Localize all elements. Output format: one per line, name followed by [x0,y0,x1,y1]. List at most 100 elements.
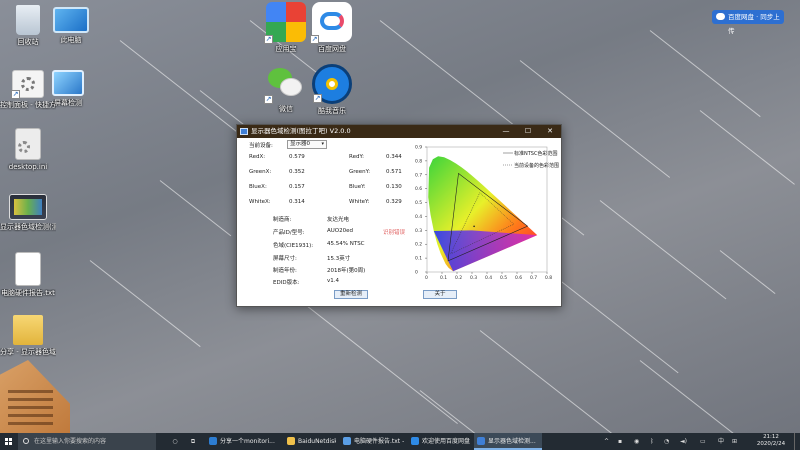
product-value: AUO20ed [327,228,353,234]
star-trail [719,250,776,294]
baidu-cloud-upload-button[interactable]: 百度网盘 · 同步上传 [712,10,784,35]
desktop-icon-desktop-ini[interactable]: desktop.ini [0,128,56,172]
taskbar-app-label: 分享一个monitori... [220,438,275,445]
input-mode-icon[interactable]: ⊞ [732,433,737,450]
text-file-icon [15,252,41,286]
taskbar-app-icon [477,437,485,445]
network-icon[interactable]: ◔ [664,433,669,450]
start-button[interactable] [0,433,16,450]
y-tick-label: 0 [415,270,418,276]
taskbar-app-button[interactable]: 分享一个monitori... [206,433,278,450]
desktop-icon-label: 屏幕检测 [54,99,82,107]
volume-icon[interactable]: ◄) [680,433,687,450]
product-label: 产品ID/型号: [273,230,305,236]
greeny-label: GreenY: [349,169,371,175]
whitex-value: 0.314 [289,199,305,205]
desktop-icon-label: desktop.ini [8,163,48,171]
y-tick-label: 0.6 [415,186,422,192]
tray-expand-icon[interactable]: ^ [604,433,609,450]
clock-date: 2020/2/24 [756,441,786,447]
windows-logo-icon [5,438,12,445]
taskbar-clock[interactable]: 21:12 2020/2/24 [749,434,793,448]
monitor-test-icon [52,70,84,96]
device-label: 当前设备: [249,143,273,149]
y-tick-label: 0.1 [415,256,422,262]
greenx-label: GreenX: [249,169,272,175]
task-view-button[interactable]: ○ [168,433,182,450]
bluetooth-icon[interactable]: ᛒ [650,433,654,450]
taskbar-app-icon [343,437,351,445]
ime-indicator[interactable]: 中 [718,433,724,450]
y-tick-label: 0.7 [415,172,422,178]
app-store-icon: ↗ [264,2,306,44]
maker-label: 制造商: [273,217,292,223]
taskbar-app-button[interactable]: 显示器色域检测... [474,433,542,450]
star-trail [299,300,458,425]
greeny-value: 0.571 [386,169,402,175]
maximize-button[interactable]: ☐ [517,125,539,138]
show-desktop-button[interactable] [794,433,800,450]
device-select-value: 显示器0 [290,141,310,147]
desktop-icon-label: 显示器色域检测(测绘)...jpg [0,223,56,231]
size-value: 15.3英寸 [327,256,351,262]
window-titlebar[interactable]: 显示器色域检测(图拉丁吧) V2.0.0 — ☐ ✕ [237,125,561,138]
bluey-label: BlueY: [349,184,366,190]
edid-value: v1.4 [327,278,340,284]
app-icon [240,128,248,135]
taskbar-search-box[interactable]: 在这里输入你要搜索的内容 [18,433,156,450]
report-error-link[interactable]: 识别错误 [383,228,405,236]
desktop-icon-hardware-report[interactable]: 电脑硬件报告.txt [0,252,56,298]
cloud-icon [716,13,725,20]
tray-app-icon[interactable]: ▪ [618,433,622,450]
desktop-icon-this-pc[interactable]: 此电脑 [43,5,99,45]
folder-icon [13,315,43,345]
task-switcher-button[interactable]: ⧉ [186,433,200,450]
desktop-icon-share-folder[interactable]: 分享 - 显示器色域检测 [0,315,56,357]
clock-time: 21:12 [763,434,779,440]
close-window-button[interactable]: ✕ [539,125,561,138]
taskbar-app-icon [287,437,295,445]
battery-icon[interactable]: ▭ [700,433,706,450]
size-label: 屏幕尺寸: [273,256,297,262]
cie-chromaticity-chart: 0 0.1 0.2 0.3 0.4 0.5 0.6 0.7 0.8 0 0.1 0.2 0.3 0.4 0.… [415,145,559,282]
desktop-icon-music[interactable]: ↗ 酷我音乐 [304,64,360,116]
y-tick-label: 0.8 [415,158,422,164]
gamut-label: 色域(CIE1931): [273,243,314,249]
wechat-icon: ↗ [264,66,306,104]
x-tick-label: 0.4 [485,275,492,281]
shortcut-arrow-icon: ↗ [264,35,273,44]
desktop-icon-baidu-netdisk[interactable]: ↗ 百度网盘 [304,2,360,54]
star-trail [89,260,201,348]
legend-ntsc: 标准NTSC色彩范围 [514,150,557,157]
taskbar-app-button[interactable]: BaiduNetdiskDo... [284,433,336,450]
x-tick-label: 0.8 [545,275,552,281]
minimize-button[interactable]: — [495,125,517,138]
y-tick-label: 0.4 [415,214,422,220]
x-tick-label: 0.3 [470,275,477,281]
desktop-icon-screenshot-jpg[interactable]: 显示器色域检测(测绘)...jpg [0,194,56,232]
date-value: 2018年(第0周) [327,268,366,274]
cloud-button-label: 百度网盘 · 同步上传 [728,13,780,35]
x-tick-label: 0 [425,275,428,281]
edid-label: EDID版本: [273,280,300,286]
x-tick-label: 0.2 [455,275,462,281]
taskbar: 在这里输入你要搜索的内容 ○ ⧉ 分享一个monitori... BaiduNet… [0,433,800,450]
redetect-button[interactable]: 重新检测 [334,290,368,299]
redx-value: 0.579 [289,154,305,160]
star-trail [419,390,523,433]
about-button[interactable]: 关于 [423,290,457,299]
gamut-tester-window[interactable]: 显示器色域检测(图拉丁吧) V2.0.0 — ☐ ✕ 当前设备: 显示器0 ▾ … [236,124,562,307]
y-tick-label: 0.5 [415,200,422,206]
wallpaper-building [0,360,70,433]
star-trail [639,360,735,433]
desktop-icon-label: 百度网盘 [318,45,346,53]
gamut-value: 45.54% NTSC [327,241,365,247]
taskbar-app-button[interactable]: 欢迎使用百度网盘 [408,433,470,450]
tray-wechat-icon[interactable]: ◉ [634,433,639,450]
taskbar-app-button[interactable]: 电脑硬件报告.txt -... [340,433,404,450]
legend-device: 当前设备的色彩范围 [514,162,559,169]
shortcut-arrow-icon: ↗ [264,95,273,104]
chevron-down-icon: ▾ [321,141,324,147]
desktop-icon-monitor-test[interactable]: 屏幕检测 [40,70,96,108]
device-select[interactable]: 显示器0 ▾ [287,140,327,149]
